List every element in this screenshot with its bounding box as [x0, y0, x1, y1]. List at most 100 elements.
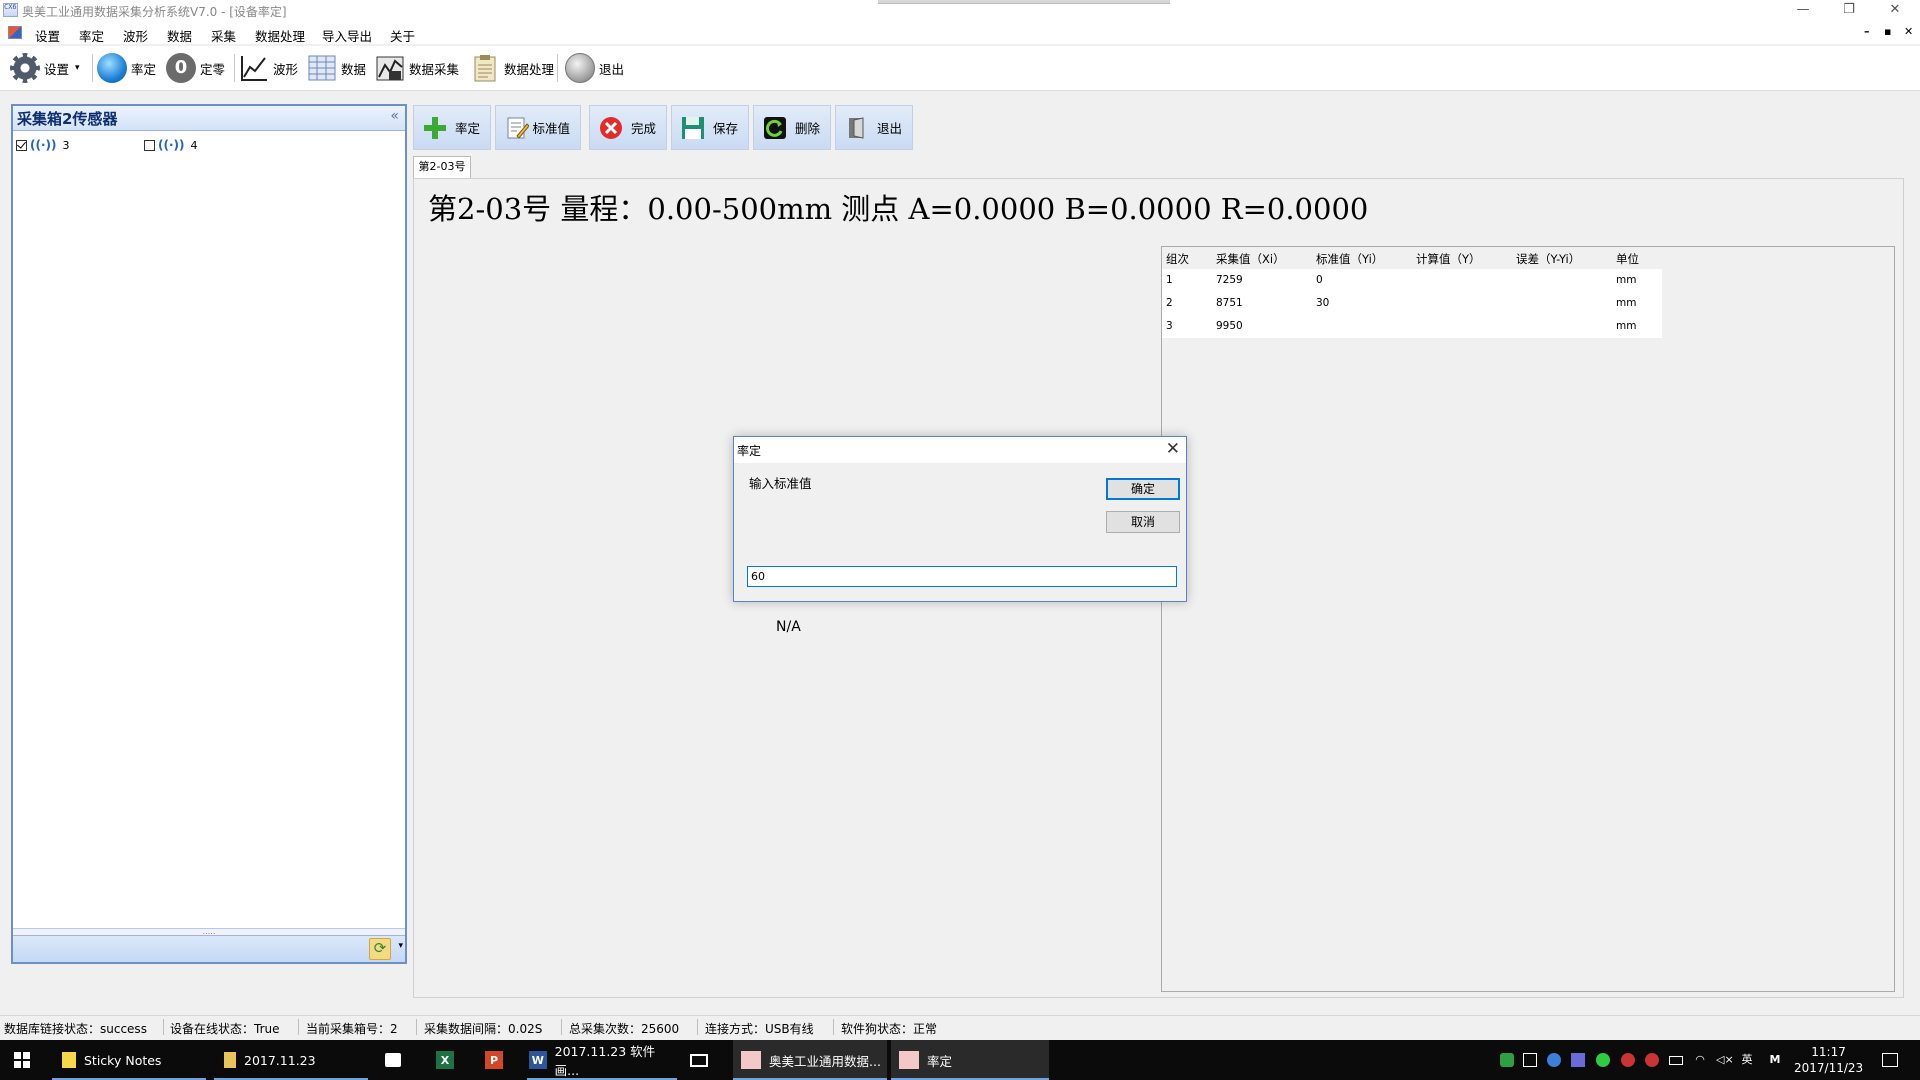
- app-tray-icon[interactable]: [1571, 1053, 1585, 1067]
- grid-cell: 7259: [1216, 274, 1243, 286]
- title-bar: CX64 奥美工业通用数据采集分析系统V7.0 - [设备率定] — ❐ ✕: [0, 0, 1920, 22]
- menu-data[interactable]: 数据: [167, 26, 192, 45]
- calibrate-button[interactable]: 率定: [413, 105, 491, 150]
- taskbar-excel[interactable]: X: [436, 1040, 466, 1080]
- status-connection: 连接方式：USB有线: [705, 1022, 814, 1036]
- taskbar-store[interactable]: [385, 1040, 415, 1080]
- mdi-minimize-button[interactable]: –: [1864, 25, 1870, 38]
- app-icon: CX64: [3, 3, 18, 17]
- language-indicator[interactable]: 英: [1740, 1053, 1754, 1067]
- calibrate-label: 率定: [454, 121, 480, 136]
- table-row[interactable]: 2 8751 30 mm: [1162, 292, 1662, 315]
- menu-calibrate[interactable]: 率定: [79, 26, 104, 45]
- taskbar-app-dialog[interactable]: 率定: [891, 1040, 1049, 1080]
- powerpoint-icon: P: [485, 1051, 503, 1069]
- taskbar-powerpoint[interactable]: P: [485, 1040, 515, 1080]
- status-bar: 数据库链接状态：success 设备在线状态：True 当前采集箱号：2 采集数…: [0, 1015, 1920, 1038]
- taskbar-word-doc[interactable]: W 2017.11.23 软件画...: [527, 1040, 677, 1080]
- restore-button[interactable]: ❐: [1826, 0, 1872, 22]
- menu-settings[interactable]: 设置: [35, 26, 60, 45]
- folder-icon: [224, 1052, 236, 1068]
- dialog-title: 率定: [737, 444, 762, 458]
- taskbar: Sticky Notes 2017.11.23 X P W 2017.11.23…: [0, 1040, 1920, 1080]
- status-separator: [163, 1019, 164, 1035]
- tray-app-icon[interactable]: [1645, 1053, 1659, 1067]
- taskbar-clock[interactable]: 11:17 2017/11/23: [1794, 1044, 1863, 1076]
- toolbar-waveform-button[interactable]: 波形: [239, 50, 298, 86]
- table-row[interactable]: 3 9950 mm: [1162, 315, 1662, 338]
- cancel-button[interactable]: 取消: [1106, 511, 1180, 533]
- sensor-checkbox[interactable]: [144, 139, 155, 151]
- toolbar-data-process-button[interactable]: 数据处理: [470, 50, 554, 86]
- menu-about[interactable]: 关于: [390, 26, 415, 45]
- status-dongle: 软件狗状态：正常: [841, 1022, 938, 1036]
- notification-icon[interactable]: [1882, 1053, 1898, 1067]
- ok-button[interactable]: 确定: [1106, 478, 1180, 500]
- sensor-checkbox[interactable]: [16, 139, 27, 151]
- refresh-icon: [763, 116, 787, 140]
- toolbar-settings-button[interactable]: 设置 ▾: [10, 50, 80, 86]
- sensor-signal-icon: ((·)): [158, 138, 185, 152]
- tray-app-icon[interactable]: [1621, 1053, 1635, 1067]
- usb-drive-icon[interactable]: [1523, 1053, 1537, 1067]
- app-icon: [741, 1051, 761, 1069]
- chevron-down-icon[interactable]: ▾: [75, 63, 80, 73]
- taskbar-app-main[interactable]: 奥美工业通用数据...: [733, 1040, 887, 1080]
- collapse-icon[interactable]: «: [390, 108, 399, 124]
- status-separator: [833, 1019, 834, 1035]
- menu-waveform[interactable]: 波形: [123, 26, 148, 45]
- sticky-note-icon: [62, 1052, 76, 1068]
- mdi-child-icon[interactable]: [8, 26, 22, 39]
- save-button[interactable]: 保存: [671, 105, 749, 150]
- tab-sensor-2-03[interactable]: 第2-03号: [413, 156, 471, 178]
- windows-start-icon[interactable]: [14, 1052, 30, 1068]
- sensor-signal-icon: ((·)): [30, 138, 57, 152]
- power-icon: [565, 53, 595, 83]
- exit-door-icon: [845, 116, 869, 140]
- calibration-data-grid[interactable]: 组次 采集值（Xi） 标准值（Yi） 计算值（Y） 误差（Y-Yi） 单位 1 …: [1161, 246, 1895, 992]
- window-peek-bar: [878, 0, 1170, 4]
- toolbar-calibrate-button[interactable]: 率定: [97, 50, 156, 86]
- toolbar-calibrate-label: 率定: [131, 61, 157, 77]
- taskbar-folder[interactable]: 2017.11.23: [214, 1040, 368, 1080]
- chevron-down-icon[interactable]: ▾: [398, 941, 403, 951]
- menu-data-process[interactable]: 数据处理: [255, 26, 305, 45]
- clock-time: 11:17: [1811, 1045, 1846, 1059]
- status-interval: 采集数据间隔：0.02S: [424, 1022, 543, 1036]
- status-separator: [298, 1019, 299, 1035]
- toolbar-data-collect-button[interactable]: 数据采集: [375, 50, 459, 86]
- toolbar-data-button[interactable]: 数据: [307, 50, 366, 86]
- menu-import-export[interactable]: 导入导出: [322, 26, 372, 45]
- status-separator: [561, 1019, 562, 1035]
- taskbar-mail[interactable]: [690, 1040, 720, 1080]
- toolbar-zero-button[interactable]: 0 定零: [166, 50, 225, 86]
- close-window-button[interactable]: ✕: [1872, 0, 1918, 22]
- battery-icon[interactable]: [1669, 1056, 1683, 1065]
- wechat-icon[interactable]: [1596, 1053, 1610, 1067]
- exit-button[interactable]: 退出: [835, 105, 913, 150]
- sensor-panel-header: 采集箱2传感器 «: [13, 106, 405, 131]
- chart-save-icon: [376, 56, 404, 81]
- mdi-restore-button[interactable]: ▪: [1884, 25, 1891, 38]
- close-icon[interactable]: ✕: [1166, 439, 1180, 459]
- ime-indicator[interactable]: M: [1768, 1053, 1782, 1067]
- speaker-mute-icon[interactable]: ◁×: [1716, 1053, 1734, 1067]
- wifi-icon[interactable]: ◠: [1693, 1053, 1707, 1067]
- table-row[interactable]: 1 7259 0 mm: [1162, 269, 1662, 292]
- mdi-close-button[interactable]: ✕: [1904, 25, 1913, 38]
- standard-value-button[interactable]: 标准值: [495, 105, 581, 150]
- menu-collect[interactable]: 采集: [211, 26, 236, 45]
- delete-button[interactable]: 删除: [753, 105, 831, 150]
- sensor-item-3[interactable]: ((·)) 3: [16, 138, 70, 152]
- toolbar-exit-button[interactable]: 退出: [565, 50, 624, 86]
- finish-button[interactable]: 完成: [589, 105, 667, 150]
- cloud-sync-icon[interactable]: [1547, 1053, 1561, 1067]
- minimize-button[interactable]: —: [1780, 0, 1826, 22]
- refresh-icon[interactable]: ⟳: [369, 938, 391, 960]
- status-device-online: 设备在线状态：True: [170, 1022, 280, 1036]
- standard-value-input[interactable]: [747, 566, 1177, 587]
- security-shield-icon[interactable]: [1500, 1053, 1514, 1067]
- taskbar-sticky-notes[interactable]: Sticky Notes: [52, 1040, 206, 1080]
- sensor-item-4[interactable]: ((·)) 4: [144, 138, 198, 152]
- chart-placeholder-text: N/A: [776, 619, 801, 635]
